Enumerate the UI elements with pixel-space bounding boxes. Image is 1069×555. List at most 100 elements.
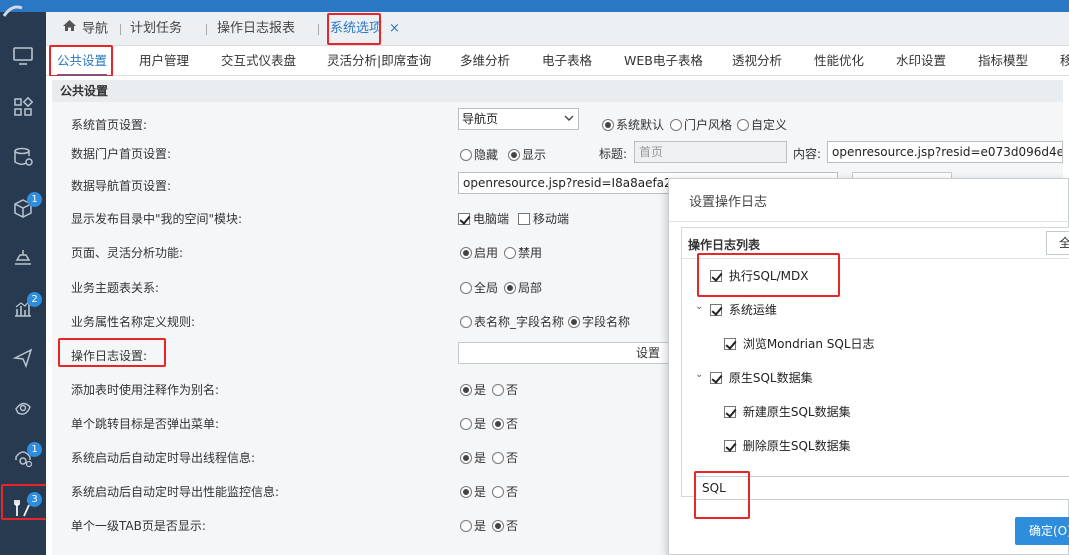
- tab-close-button[interactable]: ×: [389, 12, 400, 46]
- sidebar-item-cube[interactable]: 1: [0, 184, 46, 232]
- option-label: 移动端: [533, 212, 570, 226]
- perf-opt-no[interactable]: 否: [492, 483, 518, 500]
- radio: [504, 281, 516, 294]
- apps-grid-icon: [14, 96, 34, 116]
- subtab-olap[interactable]: 多维分析: [460, 46, 510, 76]
- thread-opt-yes[interactable]: 是: [460, 449, 486, 466]
- page-opt-disable[interactable]: 禁用: [504, 244, 542, 261]
- home-page-select-value: 导航页: [462, 112, 499, 126]
- sidebar-item-model[interactable]: [0, 384, 46, 432]
- sidebar: 1 2 1 3: [0, 5, 46, 555]
- radio: [504, 246, 516, 259]
- chevron-down-icon[interactable]: ⌄: [695, 301, 703, 312]
- tree-item-delete-native-sql[interactable]: 删除原生SQL数据集: [724, 437, 851, 454]
- chevron-down-icon[interactable]: ⌄: [695, 369, 703, 380]
- oplog-list-title: 操作日志列表: [688, 238, 761, 252]
- option-label: 隐藏: [474, 148, 499, 162]
- sidebar-item-layers[interactable]: [0, 234, 46, 282]
- tree-item-new-native-sql[interactable]: 新建原生SQL数据集: [724, 403, 851, 420]
- subtab-metric-model[interactable]: 指标模型: [978, 46, 1028, 76]
- badge: 1: [27, 192, 42, 207]
- subtab-adhoc[interactable]: 灵活分析|即席查询: [327, 46, 431, 76]
- subtab-performance[interactable]: 性能优化: [814, 46, 864, 76]
- attr-opt-table-field[interactable]: 表名称_字段名称: [460, 313, 564, 330]
- highlight-box: [49, 45, 113, 77]
- radio: [460, 148, 472, 161]
- option-label: 启用: [474, 246, 499, 260]
- home-icon: [62, 12, 77, 46]
- alias-setting-label: 添加表时使用注释作为别名:: [71, 383, 220, 397]
- logo-icon: [2, 5, 23, 17]
- checkbox: [518, 212, 530, 225]
- subject-relation-label: 业务主题表关系:: [71, 281, 160, 295]
- subtab-web-spreadsheet[interactable]: WEB电子表格: [624, 46, 703, 76]
- tree-item-native-sql[interactable]: 原生SQL数据集: [710, 369, 813, 386]
- tree-item-mondrian-log[interactable]: 浏览Mondrian SQL日志: [724, 335, 875, 352]
- option-label: 门户风格: [684, 118, 733, 132]
- perf-opt-yes[interactable]: 是: [460, 483, 486, 500]
- top-bar: [0, 0, 1069, 12]
- tab-oplog-report[interactable]: 操作日志报表: [217, 12, 295, 46]
- radio: [460, 281, 472, 294]
- thread-opt-no[interactable]: 否: [492, 449, 518, 466]
- home-opt-default[interactable]: 系统默认: [602, 116, 664, 133]
- option-label: 全局: [474, 281, 499, 295]
- portal-title-label: 标题:: [599, 147, 628, 161]
- home-opt-custom[interactable]: 自定义: [737, 116, 787, 133]
- checkbox: [724, 439, 736, 452]
- tree-item-sys-ops[interactable]: 系统运维: [710, 301, 777, 318]
- checkbox: [710, 371, 722, 384]
- tab-separator: [206, 24, 207, 35]
- portal-opt-show[interactable]: 显示: [508, 146, 546, 163]
- dialog-title: 设置操作日志: [689, 195, 768, 210]
- oplog-search-input[interactable]: SQL: [695, 476, 1069, 500]
- option-label: 是: [474, 383, 487, 397]
- ok-button[interactable]: 确定(O): [1015, 517, 1069, 545]
- subtab-more[interactable]: 移: [1060, 46, 1069, 76]
- tab-home[interactable]: 导航: [62, 12, 108, 46]
- sidebar-item-service[interactable]: 1: [0, 434, 46, 482]
- tab-bar: 导航 计划任务 操作日志报表 系统选项 ×: [46, 12, 1069, 46]
- alias-opt-yes[interactable]: 是: [460, 381, 486, 398]
- subtab-pivot[interactable]: 透视分析: [732, 46, 782, 76]
- sidebar-item-send[interactable]: [0, 334, 46, 382]
- select-all-button[interactable]: 全: [1046, 231, 1069, 255]
- portal-content-input[interactable]: openresource.jsp?resid=e073d096d4e14141: [827, 141, 1063, 163]
- subtab-spreadsheet[interactable]: 电子表格: [542, 46, 592, 76]
- page-opt-enable[interactable]: 启用: [460, 244, 498, 261]
- sidebar-item-monitor[interactable]: [0, 32, 46, 80]
- checkbox: [724, 337, 736, 350]
- jump-opt-no[interactable]: 否: [492, 415, 518, 432]
- tree-item-label: 原生SQL数据集: [728, 371, 813, 385]
- radio: [568, 315, 580, 328]
- divider: [669, 221, 1069, 222]
- tab-schedule[interactable]: 计划任务: [130, 12, 182, 46]
- badge: 1: [27, 442, 42, 457]
- sidebar-item-apps[interactable]: [0, 83, 46, 131]
- sidebar-item-data[interactable]: [0, 133, 46, 181]
- singletab-opt-no[interactable]: 否: [492, 517, 518, 534]
- portal-title-input[interactable]: 首页: [634, 141, 787, 163]
- single-tab-label: 单个一级TAB页是否显示:: [71, 519, 206, 533]
- subtab-dashboard[interactable]: 交互式仪表盘: [221, 46, 296, 76]
- radio: [460, 485, 472, 498]
- radio: [492, 485, 504, 498]
- publish-opt-pc[interactable]: 电脑端: [458, 210, 509, 227]
- subtab-watermark[interactable]: 水印设置: [896, 46, 946, 76]
- checkbox: [458, 212, 470, 225]
- portal-opt-hide[interactable]: 隐藏: [460, 146, 498, 163]
- sidebar-item-chart[interactable]: 2: [0, 284, 46, 332]
- singletab-opt-yes[interactable]: 是: [460, 517, 486, 534]
- alias-opt-no[interactable]: 否: [492, 381, 518, 398]
- subtab-users[interactable]: 用户管理: [139, 46, 189, 76]
- perf-export-label: 系统启动后自动定时导出性能监控信息:: [71, 485, 280, 499]
- subject-opt-global[interactable]: 全局: [460, 279, 498, 296]
- publish-opt-mobile[interactable]: 移动端: [518, 210, 569, 227]
- home-opt-portal[interactable]: 门户风格: [670, 116, 732, 133]
- radio: [460, 383, 472, 396]
- attr-opt-field[interactable]: 字段名称: [568, 313, 630, 330]
- subject-opt-local[interactable]: 局部: [504, 279, 542, 296]
- highlight-box: [697, 253, 840, 297]
- jump-opt-yes[interactable]: 是: [460, 415, 486, 432]
- home-page-select[interactable]: 导航页: [458, 108, 579, 130]
